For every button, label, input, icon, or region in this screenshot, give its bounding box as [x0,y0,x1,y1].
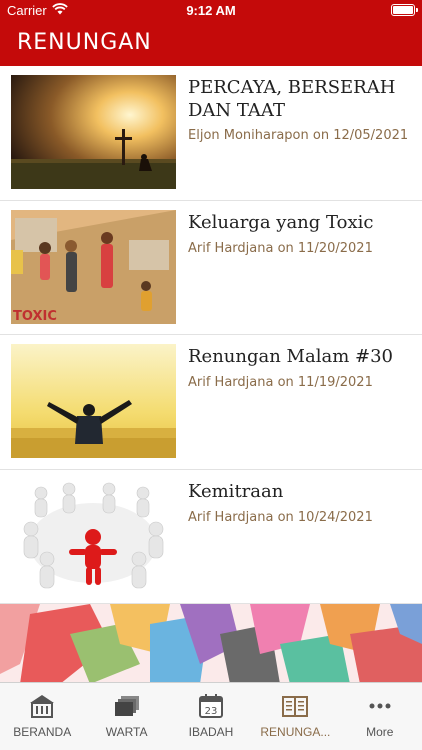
clock: 9:12 AM [186,3,236,18]
article-thumbnail-partnership-circle [11,478,176,593]
tab-label: WARTA [105,725,148,739]
more-icon [369,703,391,709]
article-meta: Arif Hardjana on 11/20/2021 [188,240,373,256]
tab-label: BERANDA [13,725,72,739]
battery-icon [391,4,418,16]
tab-ibadah[interactable]: 23 IBADAH [169,683,253,750]
article-row[interactable]: Kemitraan Arif Hardjana on 10/24/2021 [0,470,422,604]
article-thumbnail-man-arms-raised [11,344,176,458]
article-title: Keluarga yang Toxic [188,211,374,233]
tab-label: IBADAH [188,725,234,739]
article-meta: Eljon Moniharapon on 12/05/2021 [188,128,409,143]
article-row[interactable]: Renungan Malam #30 Arif Hardjana on 11/1… [0,335,422,470]
article-title: PERCAYA, BERSERAH DAN TAAT [188,77,396,121]
article-thumbnail-toxic-family: TOXIC [11,209,176,324]
status-bar: Carrier 9:12 AM [0,0,422,20]
book-icon [282,696,309,717]
article-row[interactable]: PERCAYA, BERSERAH DAN TAAT Eljon Monihar… [0,66,422,201]
tab-label: RENUNGA... [260,725,331,739]
stack-icon [114,696,139,716]
article-meta: Arif Hardjana on 11/19/2021 [188,375,373,390]
tab-bar: BERANDA WARTA 23 IBADAH RENUNGA... More [0,682,422,750]
article-list[interactable]: PERCAYA, BERSERAH DAN TAAT Eljon Monihar… [0,66,422,682]
tab-beranda[interactable]: BERANDA [0,683,84,750]
tab-warta[interactable]: WARTA [84,683,168,750]
tab-renungan[interactable]: RENUNGA... [253,683,337,750]
article-meta: Arif Hardjana on 10/24/2021 [188,509,373,525]
article-thumbnail-hands-banner[interactable] [0,604,422,682]
tab-label: More [366,725,394,739]
page-title: RENUNGAN [17,30,152,55]
article-title: Kemitraan [188,480,284,502]
article-row[interactable]: TOXIC Keluarga yang Toxic Arif Hardjana … [0,201,422,335]
nav-bar: RENUNGAN [0,20,422,66]
toxic-image-text: TOXIC [13,309,57,324]
tab-more[interactable]: More [338,683,422,750]
article-title: Renungan Malam #30 [188,346,393,367]
calendar-day: 23 [205,706,218,717]
article-thumbnail-cross-sunset [11,75,176,189]
church-icon [30,695,55,718]
calendar-icon: 23 [198,694,223,718]
